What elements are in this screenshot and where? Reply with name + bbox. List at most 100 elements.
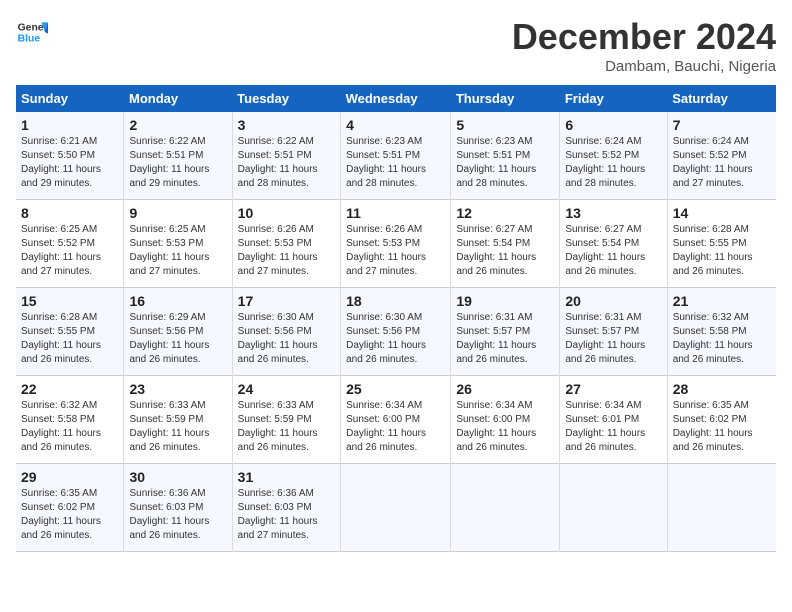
day-number: 26 <box>456 381 554 397</box>
calendar-table: SundayMondayTuesdayWednesdayThursdayFrid… <box>16 85 776 552</box>
calendar-cell: 20Sunrise: 6:31 AM Sunset: 5:57 PM Dayli… <box>560 288 667 376</box>
page-header: General Blue December 2024 Dambam, Bauch… <box>16 16 776 75</box>
day-info: Sunrise: 6:27 AM Sunset: 5:54 PM Dayligh… <box>565 223 661 279</box>
day-info: Sunrise: 6:33 AM Sunset: 5:59 PM Dayligh… <box>238 399 335 455</box>
day-number: 25 <box>346 381 445 397</box>
day-number: 2 <box>129 117 226 133</box>
day-info: Sunrise: 6:31 AM Sunset: 5:57 PM Dayligh… <box>565 311 661 367</box>
day-info: Sunrise: 6:35 AM Sunset: 6:02 PM Dayligh… <box>21 487 118 543</box>
calendar-cell <box>667 464 776 552</box>
day-info: Sunrise: 6:32 AM Sunset: 5:58 PM Dayligh… <box>21 399 118 455</box>
calendar-cell: 25 Sunrise: 6:34 AM Sunset: 6:00 PM Dayli… <box>341 376 451 464</box>
day-info: Sunrise: 6:24 AM Sunset: 5:52 PM Dayligh… <box>673 135 771 191</box>
day-info: Sunrise: 6:34 AM Sunset: 6:01 PM Dayligh… <box>565 399 661 455</box>
week-row-4: 22 Sunrise: 6:32 AM Sunset: 5:58 PM Dayli… <box>16 376 776 464</box>
week-row-2: 8Sunrise: 6:25 AM Sunset: 5:52 PM Daylig… <box>16 200 776 288</box>
calendar-cell: 7Sunrise: 6:24 AM Sunset: 5:52 PM Daylig… <box>667 112 776 200</box>
calendar-cell: 27 Sunrise: 6:34 AM Sunset: 6:01 PM Dayli… <box>560 376 667 464</box>
day-number: 4 <box>346 117 445 133</box>
calendar-cell: 10 Sunrise: 6:26 AM Sunset: 5:53 PM Dayli… <box>232 200 340 288</box>
day-number: 29 <box>21 469 118 485</box>
column-header-tuesday: Tuesday <box>232 85 340 112</box>
week-row-1: 1 Sunrise: 6:21 AM Sunset: 5:50 PM Daylig… <box>16 112 776 200</box>
calendar-cell: 19 Sunrise: 6:31 AM Sunset: 5:57 PM Dayli… <box>451 288 560 376</box>
day-info: Sunrise: 6:29 AM Sunset: 5:56 PM Dayligh… <box>129 311 226 367</box>
calendar-cell: 26Sunrise: 6:34 AM Sunset: 6:00 PM Dayli… <box>451 376 560 464</box>
day-number: 30 <box>129 469 226 485</box>
day-number: 14 <box>673 205 771 221</box>
calendar-cell <box>341 464 451 552</box>
calendar-cell: 24 Sunrise: 6:33 AM Sunset: 5:59 PM Dayli… <box>232 376 340 464</box>
calendar-cell: 4 Sunrise: 6:23 AM Sunset: 5:51 PM Daylig… <box>341 112 451 200</box>
calendar-cell: 1 Sunrise: 6:21 AM Sunset: 5:50 PM Daylig… <box>16 112 124 200</box>
calendar-cell: 8Sunrise: 6:25 AM Sunset: 5:52 PM Daylig… <box>16 200 124 288</box>
column-header-monday: Monday <box>124 85 232 112</box>
location-subtitle: Dambam, Bauchi, Nigeria <box>512 58 776 75</box>
calendar-cell: 22 Sunrise: 6:32 AM Sunset: 5:58 PM Dayli… <box>16 376 124 464</box>
day-info: Sunrise: 6:36 AM Sunset: 6:03 PM Dayligh… <box>238 487 335 543</box>
day-info: Sunrise: 6:25 AM Sunset: 5:52 PM Dayligh… <box>21 223 118 279</box>
day-info: Sunrise: 6:35 AM Sunset: 6:02 PM Dayligh… <box>673 399 771 455</box>
day-number: 9 <box>129 205 226 221</box>
calendar-cell: 23 Sunrise: 6:33 AM Sunset: 5:59 PM Dayli… <box>124 376 232 464</box>
calendar-cell: 14Sunrise: 6:28 AM Sunset: 5:55 PM Dayli… <box>667 200 776 288</box>
day-number: 27 <box>565 381 661 397</box>
day-info: Sunrise: 6:33 AM Sunset: 5:59 PM Dayligh… <box>129 399 226 455</box>
day-info: Sunrise: 6:36 AM Sunset: 6:03 PM Dayligh… <box>129 487 226 543</box>
day-info: Sunrise: 6:28 AM Sunset: 5:55 PM Dayligh… <box>21 311 118 367</box>
day-number: 23 <box>129 381 226 397</box>
day-info: Sunrise: 6:27 AM Sunset: 5:54 PM Dayligh… <box>456 223 554 279</box>
day-number: 16 <box>129 293 226 309</box>
calendar-cell: 13 Sunrise: 6:27 AM Sunset: 5:54 PM Dayli… <box>560 200 667 288</box>
column-header-wednesday: Wednesday <box>341 85 451 112</box>
column-header-sunday: Sunday <box>16 85 124 112</box>
calendar-cell: 15Sunrise: 6:28 AM Sunset: 5:55 PM Dayli… <box>16 288 124 376</box>
calendar-cell: 6Sunrise: 6:24 AM Sunset: 5:52 PM Daylig… <box>560 112 667 200</box>
day-info: Sunrise: 6:22 AM Sunset: 5:51 PM Dayligh… <box>129 135 226 191</box>
month-title: December 2024 <box>512 16 776 58</box>
day-number: 12 <box>456 205 554 221</box>
day-number: 17 <box>238 293 335 309</box>
day-info: Sunrise: 6:30 AM Sunset: 5:56 PM Dayligh… <box>238 311 335 367</box>
day-info: Sunrise: 6:21 AM Sunset: 5:50 PM Dayligh… <box>21 135 118 191</box>
calendar-cell <box>560 464 667 552</box>
calendar-cell <box>451 464 560 552</box>
day-number: 10 <box>238 205 335 221</box>
day-number: 3 <box>238 117 335 133</box>
title-block: December 2024 Dambam, Bauchi, Nigeria <box>512 16 776 75</box>
column-header-thursday: Thursday <box>451 85 560 112</box>
day-number: 1 <box>21 117 118 133</box>
day-info: Sunrise: 6:34 AM Sunset: 6:00 PM Dayligh… <box>346 399 445 455</box>
day-number: 31 <box>238 469 335 485</box>
calendar-cell: 30 Sunrise: 6:36 AM Sunset: 6:03 PM Dayli… <box>124 464 232 552</box>
day-number: 21 <box>673 293 771 309</box>
day-number: 5 <box>456 117 554 133</box>
day-number: 6 <box>565 117 661 133</box>
calendar-cell: 3 Sunrise: 6:22 AM Sunset: 5:51 PM Daylig… <box>232 112 340 200</box>
day-number: 19 <box>456 293 554 309</box>
day-number: 18 <box>346 293 445 309</box>
calendar-cell: 18Sunrise: 6:30 AM Sunset: 5:56 PM Dayli… <box>341 288 451 376</box>
week-row-3: 15Sunrise: 6:28 AM Sunset: 5:55 PM Dayli… <box>16 288 776 376</box>
calendar-cell: 31 Sunrise: 6:36 AM Sunset: 6:03 PM Dayli… <box>232 464 340 552</box>
calendar-cell: 16 Sunrise: 6:29 AM Sunset: 5:56 PM Dayli… <box>124 288 232 376</box>
calendar-cell: 2 Sunrise: 6:22 AM Sunset: 5:51 PM Daylig… <box>124 112 232 200</box>
calendar-cell: 29 Sunrise: 6:35 AM Sunset: 6:02 PM Dayli… <box>16 464 124 552</box>
day-number: 28 <box>673 381 771 397</box>
calendar-cell: 17 Sunrise: 6:30 AM Sunset: 5:56 PM Dayli… <box>232 288 340 376</box>
day-info: Sunrise: 6:23 AM Sunset: 5:51 PM Dayligh… <box>346 135 445 191</box>
day-info: Sunrise: 6:22 AM Sunset: 5:51 PM Dayligh… <box>238 135 335 191</box>
day-number: 13 <box>565 205 661 221</box>
calendar-cell: 5 Sunrise: 6:23 AM Sunset: 5:51 PM Daylig… <box>451 112 560 200</box>
column-header-saturday: Saturday <box>667 85 776 112</box>
column-header-friday: Friday <box>560 85 667 112</box>
logo-icon: General Blue <box>16 16 48 48</box>
svg-text:Blue: Blue <box>18 34 41 45</box>
day-info: Sunrise: 6:26 AM Sunset: 5:53 PM Dayligh… <box>238 223 335 279</box>
day-number: 22 <box>21 381 118 397</box>
day-number: 24 <box>238 381 335 397</box>
day-info: Sunrise: 6:23 AM Sunset: 5:51 PM Dayligh… <box>456 135 554 191</box>
day-info: Sunrise: 6:31 AM Sunset: 5:57 PM Dayligh… <box>456 311 554 367</box>
logo: General Blue <box>16 16 48 48</box>
day-number: 11 <box>346 205 445 221</box>
